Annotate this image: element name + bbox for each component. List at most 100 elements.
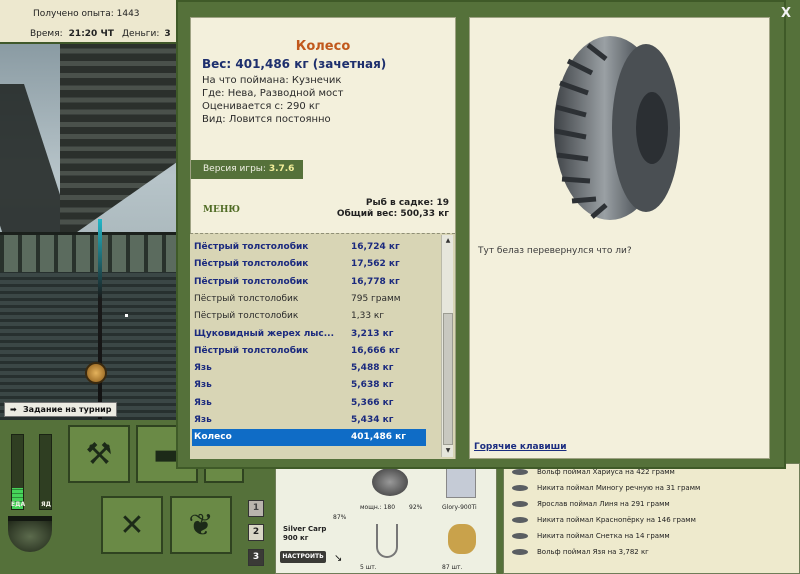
page-button-2[interactable]: 2 — [248, 524, 264, 541]
fish-weight: 795 грамм — [351, 293, 401, 304]
fish-name: Пёстрый толстолобик — [194, 242, 309, 252]
hook-slot-icon[interactable] — [376, 524, 398, 558]
resize-arrow-icon[interactable]: ↘ — [334, 553, 342, 564]
fish-weight: 5,638 кг — [351, 380, 394, 391]
cage-count: Рыб в садке: 19 — [365, 198, 449, 208]
fish-weight: 5,434 кг — [351, 415, 394, 425]
hotkeys-link[interactable]: Горячие клавиши — [474, 442, 567, 452]
bridge-deck — [0, 232, 176, 272]
food-label: ЕДА — [11, 501, 26, 508]
cage-summary: Рыб в садке: 19 Общий вес: 500,33 кг — [337, 198, 449, 220]
scroll-thumb[interactable] — [443, 313, 453, 445]
fish-name: Язь — [194, 363, 212, 374]
scroll-up-icon[interactable]: ▲ — [442, 235, 454, 247]
fork-knife-icon: ✕ — [119, 507, 145, 543]
fish-name: Язь — [194, 380, 212, 391]
fish-list-row[interactable]: Щуковидный жерех лыс... 3,213 кг — [192, 326, 426, 343]
money-readout: Деньги: 3 — [122, 29, 171, 39]
hooks-count: 5 шт. — [360, 564, 377, 571]
fish-list-row[interactable]: Пёстрый толстолобик 16,724 кг — [192, 239, 426, 256]
tournament-task-button[interactable]: ➡ Задание на турнир — [4, 402, 117, 417]
menu-button[interactable]: МЕНЮ — [203, 205, 240, 215]
fish-name: Колесо — [194, 432, 232, 443]
fish-name: Пёстрый толстолобик — [194, 345, 309, 356]
poison-label: ЯД — [41, 501, 51, 508]
log-entry: Никита поймал Миногу речную на 31 грамм — [512, 480, 700, 496]
close-icon[interactable]: X — [781, 6, 791, 21]
catch-weight: Вес: 401,486 кг (зачетная) — [202, 57, 387, 71]
fish-name: Пёстрый толстолобик — [194, 311, 299, 322]
catch-place: Где: Нева, Разводной мост — [202, 88, 344, 99]
fish-list-row[interactable]: Язь 5,638 кг — [192, 377, 426, 394]
money-label: Деньги: — [122, 29, 160, 39]
xp-value: 1443 — [116, 9, 140, 19]
fish-icon — [512, 533, 528, 539]
fish-name: Язь — [194, 415, 212, 425]
fish-icon — [512, 485, 528, 491]
catch-log: Вольф поймал Хариуса на 422 грамм Никита… — [503, 463, 800, 574]
scroll-down-icon[interactable]: ▼ — [442, 445, 454, 457]
fish-icon — [512, 469, 528, 475]
version-label: Версия игры: — [203, 164, 266, 174]
poison-meter — [39, 434, 52, 510]
fish-list-row[interactable]: Пёстрый толстолобик 16,666 кг — [192, 343, 426, 360]
fish-list-row[interactable]: Пёстрый толстолобик 17,562 кг — [192, 256, 426, 273]
tournament-task-label: Задание на турнир — [23, 405, 112, 414]
rod-name-block: Silver Carp 900 кг — [283, 525, 326, 543]
catch-description: Тут белаз перевернулся что ли? — [478, 246, 632, 256]
tackle-button[interactable]: ⚒ — [68, 425, 130, 483]
catch-bait: На что поймана: Кузнечик — [202, 75, 342, 86]
log-entry: Ярослав поймал Линя на 291 грамм — [512, 496, 670, 512]
fish-name: Пёстрый толстолобик — [194, 276, 309, 287]
fish-list-row[interactable]: Пёстрый толстолобик 1,33 кг — [192, 308, 426, 325]
bridge-leaf-right — [60, 44, 176, 244]
fish-list-row[interactable]: Пёстрый толстолобик 795 грамм — [192, 291, 426, 308]
log-entry: Никита поймал Снетка на 14 грамм — [512, 528, 670, 544]
log-entry: Вольф поймал Язя на 3,782 кг — [512, 544, 649, 560]
rod-percent: 87% — [333, 514, 347, 521]
catch-kind: Вид: Ловится постоянно — [202, 114, 331, 125]
bait-slot-icon[interactable] — [448, 524, 476, 554]
fish-guide-button[interactable]: ❦ — [170, 496, 232, 554]
cage-total-weight: Общий вес: 500,33 кг — [336, 209, 449, 219]
float-marker — [125, 314, 128, 317]
xp-label: Получено опыта: — [33, 9, 114, 19]
reel-slot-icon[interactable] — [372, 468, 408, 496]
fish-weight: 17,562 кг — [351, 259, 400, 270]
fish-list-row[interactable]: Язь 5,366 кг — [192, 395, 426, 412]
fish-weight: 401,486 кг — [351, 432, 406, 443]
time-readout: Время: 21:20 ЧТ — [30, 29, 114, 39]
line-slot-icon[interactable] — [446, 468, 476, 498]
money-value: 3 — [164, 29, 171, 39]
setup-button[interactable]: НАСТРОИТЬ — [280, 551, 326, 563]
fish-list-scrollbar[interactable]: ▲ ▼ — [441, 235, 453, 457]
fish-list-row[interactable]: Язь 5,434 кг — [192, 412, 426, 429]
fish-weight: 5,488 кг — [351, 363, 394, 374]
fish-name: Пёстрый толстолобик — [194, 293, 299, 304]
cook-button[interactable]: ✕ — [101, 496, 163, 554]
fish-weight: 1,33 кг — [351, 311, 385, 322]
rod-name: Silver Carp — [283, 525, 327, 533]
fish-weight: 5,366 кг — [351, 397, 394, 408]
line-name: Glory-900Ti — [442, 504, 477, 511]
time-label: Время: — [30, 29, 63, 39]
fishing-scene[interactable] — [0, 44, 176, 420]
tire-image — [554, 36, 680, 220]
rod-weight: 900 кг — [283, 534, 309, 542]
page-button-1[interactable]: 1 — [248, 500, 264, 517]
arrow-right-icon: ➡ — [10, 405, 17, 414]
fishing-reel — [85, 362, 107, 384]
food-meter — [11, 434, 24, 510]
fish-name: Щуковидный жерех лыс... — [194, 328, 335, 339]
fish-icon — [512, 501, 528, 507]
fish-list-row[interactable]: Пёстрый толстолобик 16,778 кг — [192, 274, 426, 291]
fish-list-row[interactable]: Язь 5,488 кг — [192, 360, 426, 377]
rod-icon: ⚒ — [85, 436, 113, 472]
version-value: 3.7.6 — [268, 164, 295, 174]
fish-weight: 3,213 кг — [351, 328, 394, 339]
game-version: Версия игры: 3.7.6 — [191, 160, 303, 179]
page-button-3[interactable]: 3 — [248, 549, 264, 566]
cage-fish-list[interactable]: Пёстрый толстолобик 16,724 кг Пёстрый толс… — [190, 233, 455, 459]
fish-list-row[interactable]: Колесо 401,486 кг — [192, 429, 426, 447]
fish-name: Язь — [194, 397, 212, 408]
